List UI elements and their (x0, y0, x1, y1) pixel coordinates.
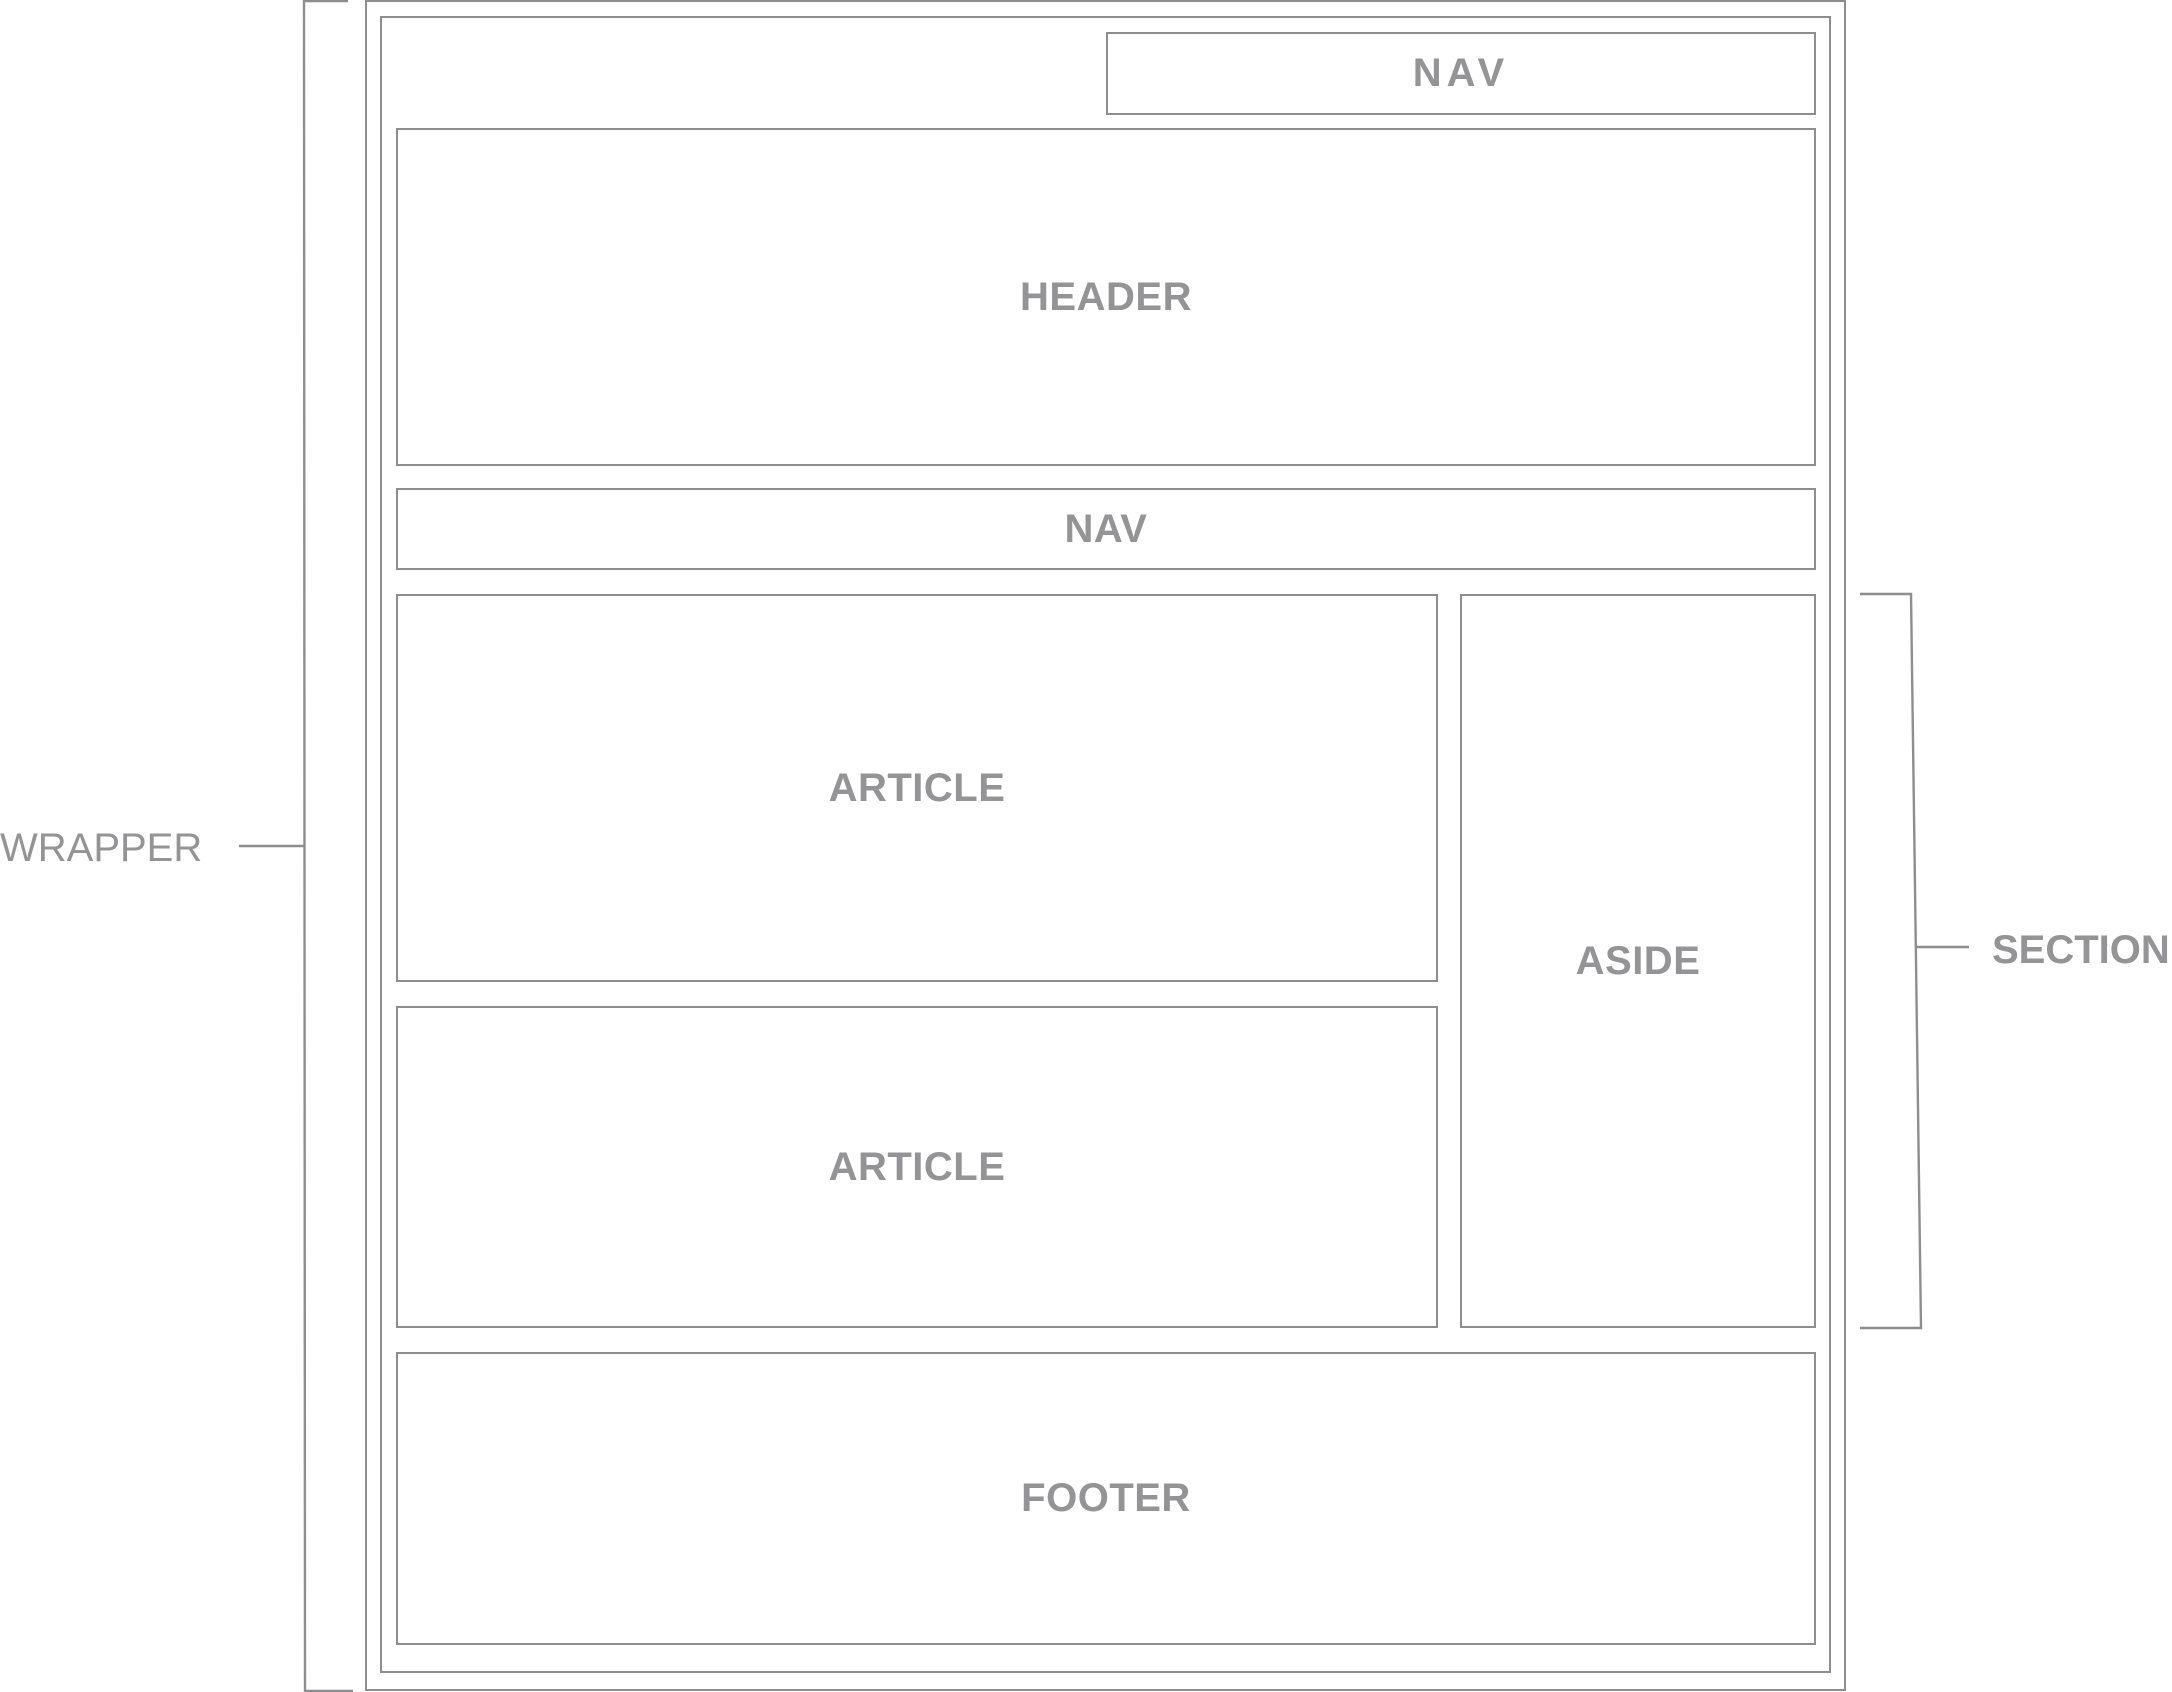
section-bracket-line (1860, 592, 1923, 1330)
wrapper-bracket-line (302, 0, 353, 1692)
wrapper-bracket (239, 0, 353, 1692)
annotation-brackets (239, 0, 1969, 1692)
section-bracket (1860, 592, 1969, 1330)
section-annotation-label: SECTION (1992, 928, 2170, 972)
layout-diagram: NAV HEADER NAV ARTICLE ARTICLE ASIDE FOO… (0, 0, 2172, 1692)
wrapper-annotation-label: WRAPPER (0, 826, 203, 870)
